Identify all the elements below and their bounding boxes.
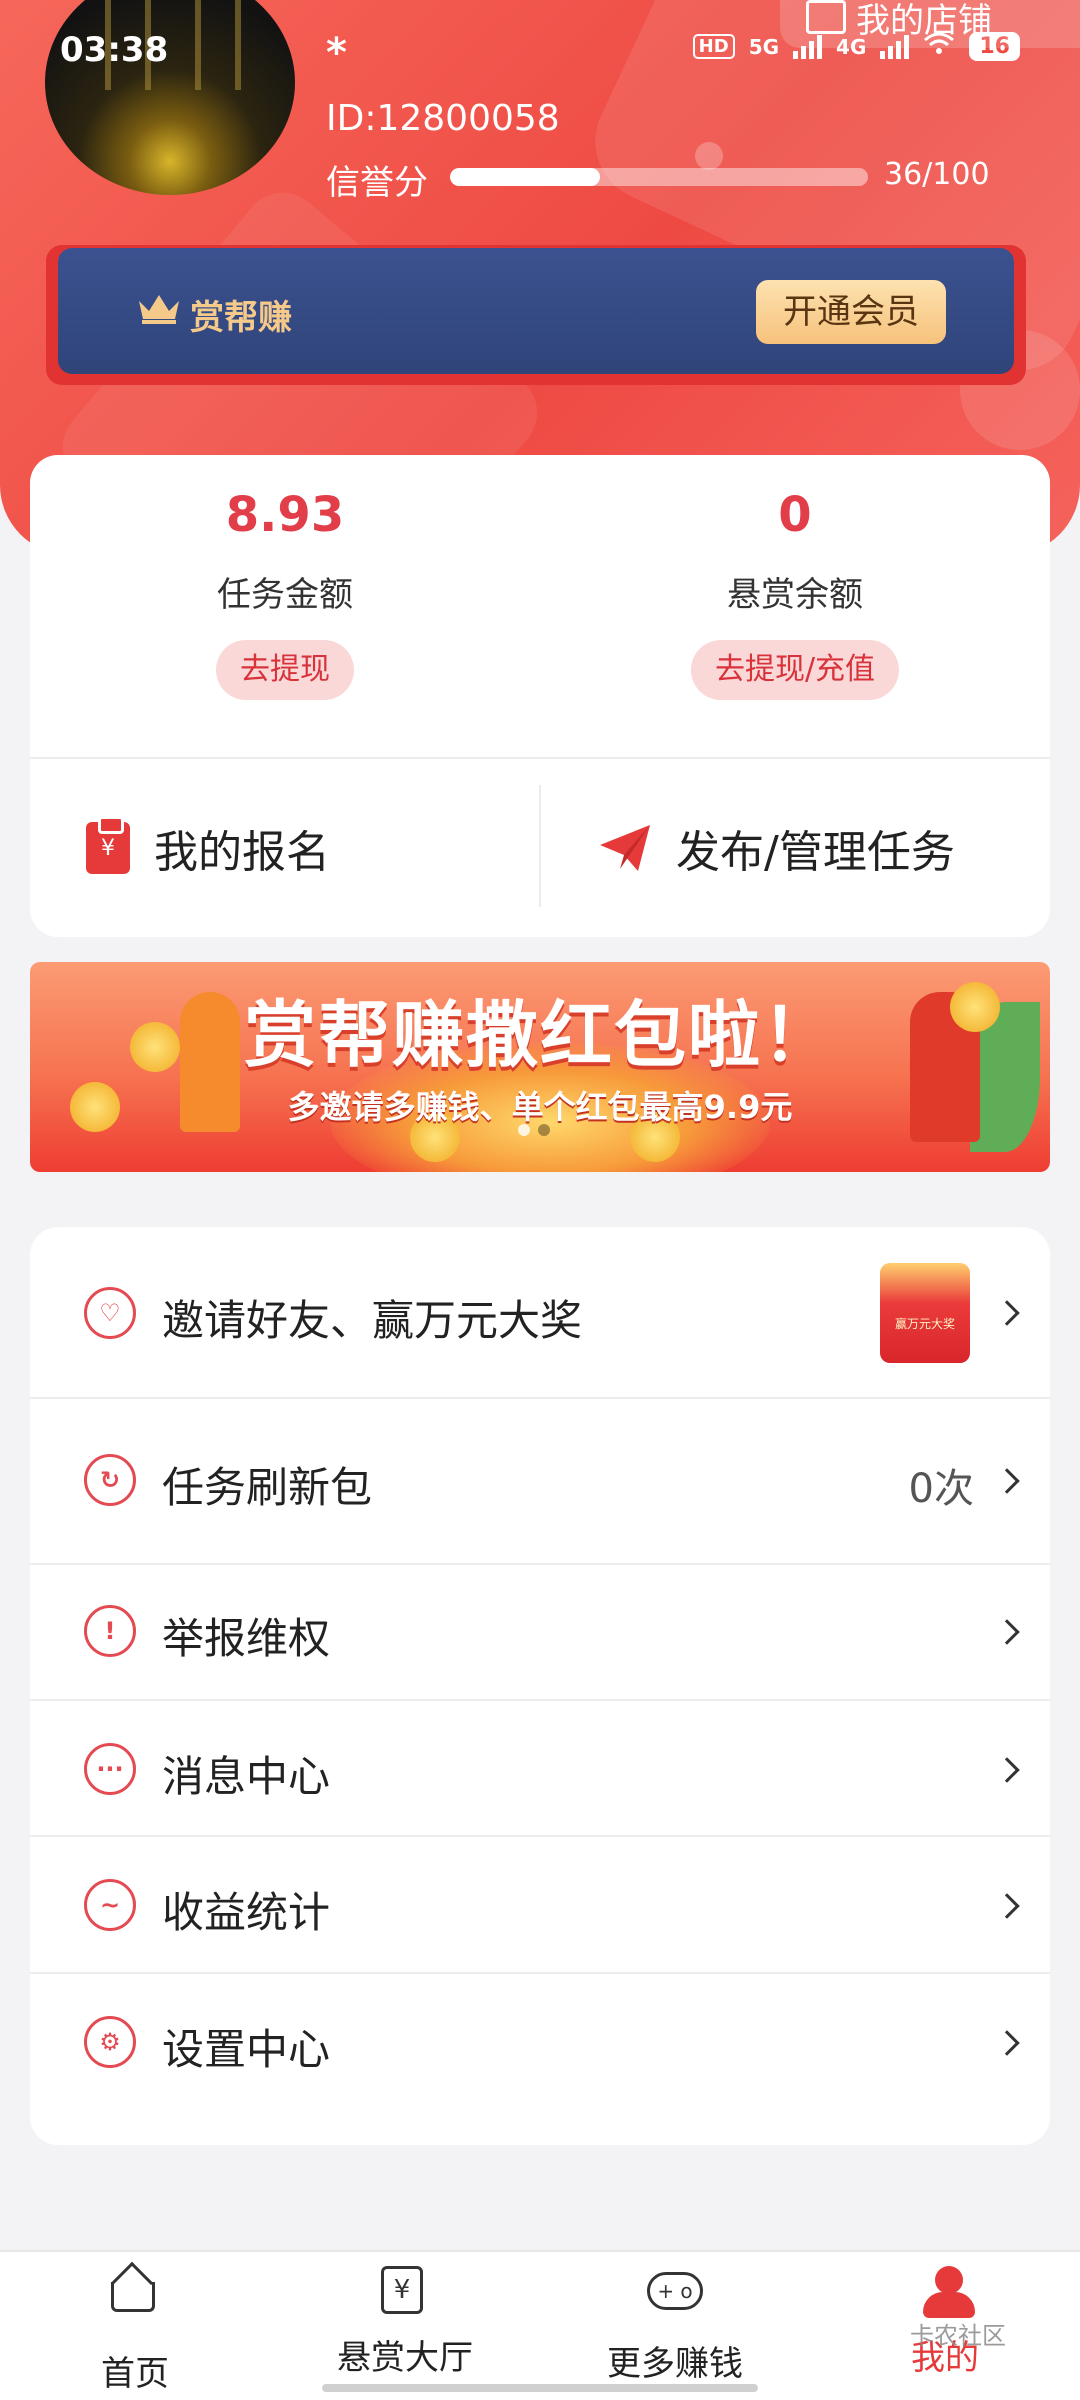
reward-hall-icon: ¥ <box>381 2266 429 2314</box>
person-icon <box>921 2266 975 2318</box>
heart-icon: ♡ <box>84 1287 136 1339</box>
home-indicator <box>322 2384 758 2392</box>
message-icon: ··· <box>84 1743 136 1795</box>
divider <box>539 785 541 907</box>
nav-label: 首页 <box>101 2354 169 2394</box>
carousel-dots <box>518 1124 550 1136</box>
username: * <box>326 30 347 76</box>
crown-icon <box>139 295 179 324</box>
home-icon <box>110 2261 159 2330</box>
publish-manage-button[interactable]: 发布/管理任务 <box>598 759 955 937</box>
menu-item-label: 邀请好友、赢万元大奖 <box>162 1296 583 1345</box>
my-signup-button[interactable]: ¥ 我的报名 <box>86 759 330 937</box>
store-icon <box>806 0 846 34</box>
menu-item-settings[interactable]: ⚙ 设置中心 <box>30 1974 1050 2145</box>
nav-label: 悬赏大厅 <box>337 2338 473 2378</box>
user-id: ID:12800058 <box>326 98 560 139</box>
promo-banner[interactable]: 赏帮赚撒红包啦！ 多邀请多赚钱、单个红包最高9.9元 <box>30 962 1050 1172</box>
chevron-right-icon <box>994 1893 1020 1919</box>
credit-score-fill <box>450 168 601 186</box>
status-time: 03:38 <box>60 30 169 70</box>
nav-home[interactable]: 首页 <box>0 2261 270 2395</box>
menu-item-label: 设置中心 <box>162 2025 331 2074</box>
reward-balance-value: 0 <box>778 487 812 543</box>
gear-icon: ⚙ <box>84 2016 136 2068</box>
menu-item-label: 任务刷新包 <box>162 1463 373 1512</box>
withdraw-recharge-button[interactable]: 去提现/充值 <box>690 640 900 700</box>
invite-promo-thumbnail: 赢万元大奖 <box>880 1263 970 1363</box>
vip-brand-label: 赏帮赚 <box>190 298 292 338</box>
my-signup-label: 我的报名 <box>154 827 330 878</box>
hd-icon: HD <box>692 34 735 59</box>
task-amount-value: 8.93 <box>225 487 345 543</box>
open-membership-button[interactable]: 开通会员 <box>756 280 946 344</box>
menu-item-label: 收益统计 <box>162 1888 331 1937</box>
task-amount-label: 任务金额 <box>217 575 353 615</box>
chevron-right-icon <box>994 1619 1020 1645</box>
credit-score-bar <box>450 168 868 186</box>
chevron-right-icon <box>994 1468 1020 1494</box>
my-store-label: 我的店铺 <box>856 0 992 41</box>
promo-thumb-text: 赢万元大奖 <box>894 1317 955 1331</box>
chevron-right-icon <box>994 1757 1020 1783</box>
network-5g-label: 5G <box>748 34 780 59</box>
nav-reward-hall[interactable]: ¥ 悬赏大厅 <box>270 2266 540 2379</box>
chevron-right-icon <box>994 2030 1020 2056</box>
header-decoration <box>695 142 723 170</box>
banner-title: 赏帮赚撒红包啦！ <box>243 993 836 1077</box>
reward-balance-label: 悬赏余额 <box>727 575 863 615</box>
wallet-card: 8.93 任务金额 去提现 0 悬赏余额 去提现/充值 ¥ 我的报名 发布/管理… <box>30 455 1050 937</box>
my-store-button[interactable]: 我的店铺 <box>780 0 1080 48</box>
menu-item-refresh-pack[interactable]: ↻ 任务刷新包 0次 <box>30 1399 1050 1565</box>
menu-item-label: 消息中心 <box>162 1752 331 1801</box>
watermark: 卡农社区 <box>910 2322 1006 2350</box>
paper-plane-icon <box>600 825 650 871</box>
menu-item-earnings[interactable]: ~ 收益统计 <box>30 1837 1050 1974</box>
menu-list: ♡ 邀请好友、赢万元大奖 赢万元大奖 ↻ 任务刷新包 0次 ! 举报维权 ···… <box>30 1227 1050 2145</box>
task-amount-section: 8.93 任务金额 去提现 <box>30 455 540 755</box>
trend-icon: ~ <box>84 1879 136 1931</box>
menu-item-report[interactable]: ! 举报维权 <box>30 1565 1050 1701</box>
warning-icon: ! <box>84 1605 136 1657</box>
refresh-pack-count: 0次 <box>908 1466 974 1512</box>
menu-item-messages[interactable]: ··· 消息中心 <box>30 1701 1050 1837</box>
nav-label: 更多赚钱 <box>607 2344 743 2384</box>
credit-score-value: 36/100 <box>884 157 990 192</box>
reward-balance-section: 0 悬赏余额 去提现/充值 <box>540 455 1050 755</box>
refresh-icon: ↻ <box>84 1454 136 1506</box>
menu-item-label: 举报维权 <box>162 1614 331 1663</box>
withdraw-button[interactable]: 去提现 <box>216 640 354 700</box>
vip-banner[interactable]: 赏帮赚 开通会员 <box>58 248 1014 374</box>
banner-subtitle: 多邀请多赚钱、单个红包最高9.9元 <box>287 1088 793 1126</box>
nav-more-earn[interactable]: + o 更多赚钱 <box>540 2266 810 2385</box>
clipboard-icon: ¥ <box>86 816 130 874</box>
credit-score-label: 信誉分 <box>326 163 428 203</box>
publish-manage-label: 发布/管理任务 <box>676 827 955 878</box>
gamepad-icon: + o <box>647 2272 703 2320</box>
menu-item-invite[interactable]: ♡ 邀请好友、赢万元大奖 赢万元大奖 <box>30 1227 1050 1399</box>
chevron-right-icon <box>994 1300 1020 1326</box>
